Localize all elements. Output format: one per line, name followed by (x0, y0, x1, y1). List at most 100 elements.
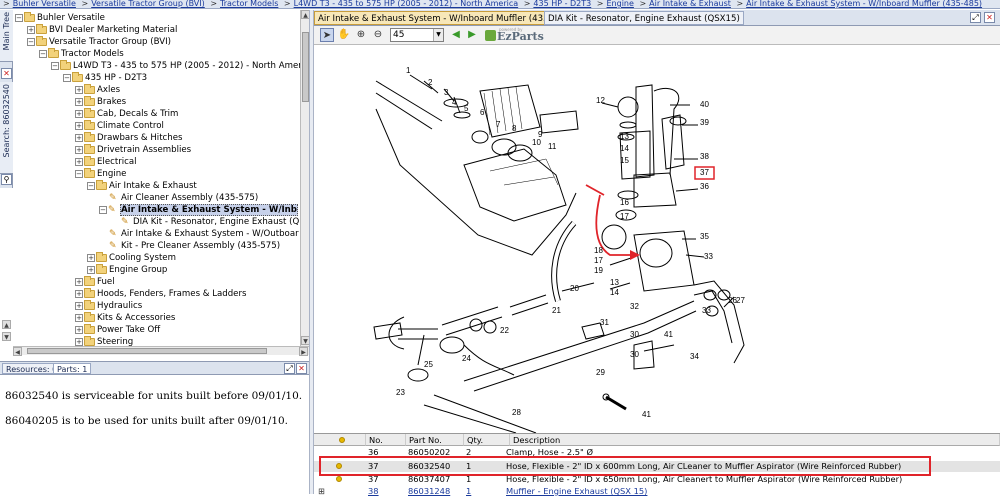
pin-column-header[interactable] (314, 434, 366, 446)
expand-toggle-icon[interactable]: + (75, 313, 83, 322)
callout-6[interactable]: 6 (480, 108, 485, 117)
expand-toggle-icon[interactable]: + (75, 157, 83, 166)
tree-node[interactable]: − Buhler Versatile (15, 11, 105, 24)
breadcrumb-link[interactable]: Air Intake & Exhaust (649, 0, 731, 8)
expand-toggle-icon[interactable]: + (75, 145, 83, 154)
expand-toggle-icon[interactable]: + (75, 325, 83, 334)
tree-node[interactable]: + Climate Control (75, 119, 164, 132)
callout-40[interactable]: 40 (700, 100, 709, 109)
callout-39[interactable]: 39 (700, 118, 709, 127)
expand-toggle-icon[interactable]: + (75, 133, 83, 142)
tab-search[interactable]: Search: 86032540 (0, 82, 13, 174)
scrollbar-thumb[interactable] (27, 348, 267, 354)
callout-28[interactable]: 28 (512, 408, 521, 417)
tree-node[interactable]: + Cooling System (87, 251, 176, 264)
expand-toggle-icon[interactable]: + (75, 289, 83, 298)
callout-5[interactable]: 5 (464, 104, 469, 113)
callout-13[interactable]: 13 (610, 278, 619, 287)
callout-10[interactable]: 10 (532, 138, 541, 147)
expand-toggle-icon[interactable]: + (75, 301, 83, 310)
callout-17[interactable]: 17 (620, 212, 629, 221)
callout-22[interactable]: 22 (500, 326, 509, 335)
callout-1[interactable]: 1 (406, 66, 411, 75)
tree-node[interactable]: + Brakes (75, 95, 126, 108)
collapse-toggle-icon[interactable]: − (87, 181, 95, 190)
callout-2[interactable]: 2 (428, 78, 433, 87)
tree-node[interactable]: + Cab, Decals & Trim (75, 107, 178, 120)
callout-29[interactable]: 29 (596, 368, 605, 377)
tree-node[interactable]: − Air Intake & Exhaust (87, 179, 197, 192)
collapse-toggle-icon[interactable]: − (39, 49, 47, 58)
breadcrumb-link[interactable]: Air Intake & Exhaust System - W/Inboard … (746, 0, 982, 8)
tab-parts[interactable]: Parts: 1 (53, 363, 92, 374)
tree-node[interactable]: + Fuel (75, 275, 115, 288)
column-header-no[interactable]: No. (366, 434, 406, 446)
breadcrumb-link[interactable]: Buhler Versatile (13, 0, 76, 8)
table-row[interactable]: 36 86050202 2 Clamp, Hose - 2.5" Ø (314, 447, 1000, 458)
breadcrumb-link[interactable]: 435 HP - D2T3 (533, 0, 591, 8)
callout-11[interactable]: 11 (548, 142, 557, 151)
tree-node[interactable]: + Hoods, Fenders, Frames & Ladders (75, 287, 246, 300)
expand-toggle-icon[interactable]: + (87, 265, 95, 274)
exploded-parts-diagram[interactable]: 1 2 3 4 5 6 7 8 9 10 11 12 13 14 15 16 17 18 17 19 13 14 20 21 2… (314, 45, 1000, 433)
callout-23[interactable]: 23 (396, 388, 405, 397)
callout-8[interactable]: 8 (512, 124, 517, 133)
callout-33[interactable]: 33 (704, 252, 713, 261)
expand-toggle-icon[interactable]: + (75, 277, 83, 286)
pan-hand-icon[interactable]: ✋ (337, 28, 351, 42)
expand-toggle-icon[interactable]: + (75, 109, 83, 118)
tree-node[interactable]: + Engine Group (87, 263, 167, 276)
callout-13[interactable]: 13 (620, 132, 629, 141)
chevron-down-icon[interactable]: ▼ (433, 29, 443, 41)
tab-main-tree[interactable]: Main Tree (0, 10, 13, 62)
callout-34[interactable]: 34 (690, 352, 699, 361)
expand-toggle-icon[interactable]: + (75, 337, 83, 346)
tree-node[interactable]: ✎ Air Intake & Exhaust System - W/Outboar (109, 228, 299, 240)
callout-16[interactable]: 16 (620, 198, 629, 207)
table-row-selected[interactable]: 37 86032540 1 Hose, Flexible - 2" ID x 6… (314, 461, 1000, 472)
callout-38[interactable]: 38 (700, 152, 709, 161)
pointer-tool-icon[interactable]: ➤ (320, 28, 334, 42)
callout-32[interactable]: 32 (630, 302, 639, 311)
collapse-toggle-icon[interactable]: − (27, 37, 35, 46)
expand-toggle-icon[interactable]: + (87, 253, 95, 262)
expand-panel-icon[interactable]: ⤢ (284, 363, 295, 374)
scroll-right-arrow-icon[interactable]: ▶ (299, 347, 308, 356)
callout-19[interactable]: 19 (594, 266, 603, 275)
close-panel-icon[interactable]: ✕ (984, 12, 995, 23)
breadcrumb-link[interactable]: Tractor Models (220, 0, 278, 8)
callout-36[interactable]: 36 (700, 182, 709, 191)
callout-30[interactable]: 30 (630, 330, 639, 339)
scrollbar-thumb[interactable] (302, 32, 309, 102)
callout-15[interactable]: 15 (620, 156, 629, 165)
callout-31[interactable]: 31 (600, 318, 609, 327)
tree-node[interactable]: + Hydraulics (75, 299, 142, 312)
callout-21[interactable]: 21 (552, 306, 561, 315)
callout-30[interactable]: 30 (630, 350, 639, 359)
callout-41[interactable]: 41 (664, 330, 673, 339)
tree-node[interactable]: − L4WD T3 - 435 to 575 HP (2005 - 2012) -… (51, 59, 300, 72)
callout-35[interactable]: 35 (700, 232, 709, 241)
zoom-in-icon[interactable]: ⊕ (354, 28, 368, 42)
tree-node[interactable]: + Drivetrain Assemblies (75, 143, 191, 156)
callout-12[interactable]: 12 (596, 96, 605, 105)
scroll-left-arrow-icon[interactable]: ◀ (13, 347, 22, 356)
tree-node[interactable]: − 435 HP - D2T3 (63, 71, 147, 84)
scroll-down-icon[interactable]: ▼ (2, 332, 11, 341)
new-search-icon[interactable]: ⚲ (1, 174, 12, 185)
column-header-qty[interactable]: Qty. (464, 434, 510, 446)
table-row-link[interactable]: ⊞ 38 86031248 1 Muffler - Engine Exhaust… (314, 486, 1000, 497)
callout-25[interactable]: 25 (424, 360, 433, 369)
back-arrow-icon[interactable]: ◀ (449, 28, 463, 42)
tree-horizontal-scrollbar[interactable]: ◀ ▶ (13, 346, 309, 356)
tree-vertical-scrollbar[interactable]: ▲ ▼ (300, 10, 310, 346)
callout-37[interactable]: 37 (700, 168, 709, 177)
callout-14[interactable]: 14 (620, 144, 629, 153)
tree-node[interactable]: − Engine (75, 167, 126, 180)
tree-node[interactable]: ✎ Air Cleaner Assembly (435-575) (109, 192, 258, 204)
expand-toggle-icon[interactable]: + (75, 97, 83, 106)
callout-3[interactable]: 3 (444, 88, 449, 97)
tree-node[interactable]: − Versatile Tractor Group (BVI) (27, 35, 171, 48)
tree-node[interactable]: + Kits & Accessories (75, 311, 175, 324)
tab-inboard-muffler[interactable]: Air Intake & Exhaust System - W/Inboard … (314, 11, 576, 25)
